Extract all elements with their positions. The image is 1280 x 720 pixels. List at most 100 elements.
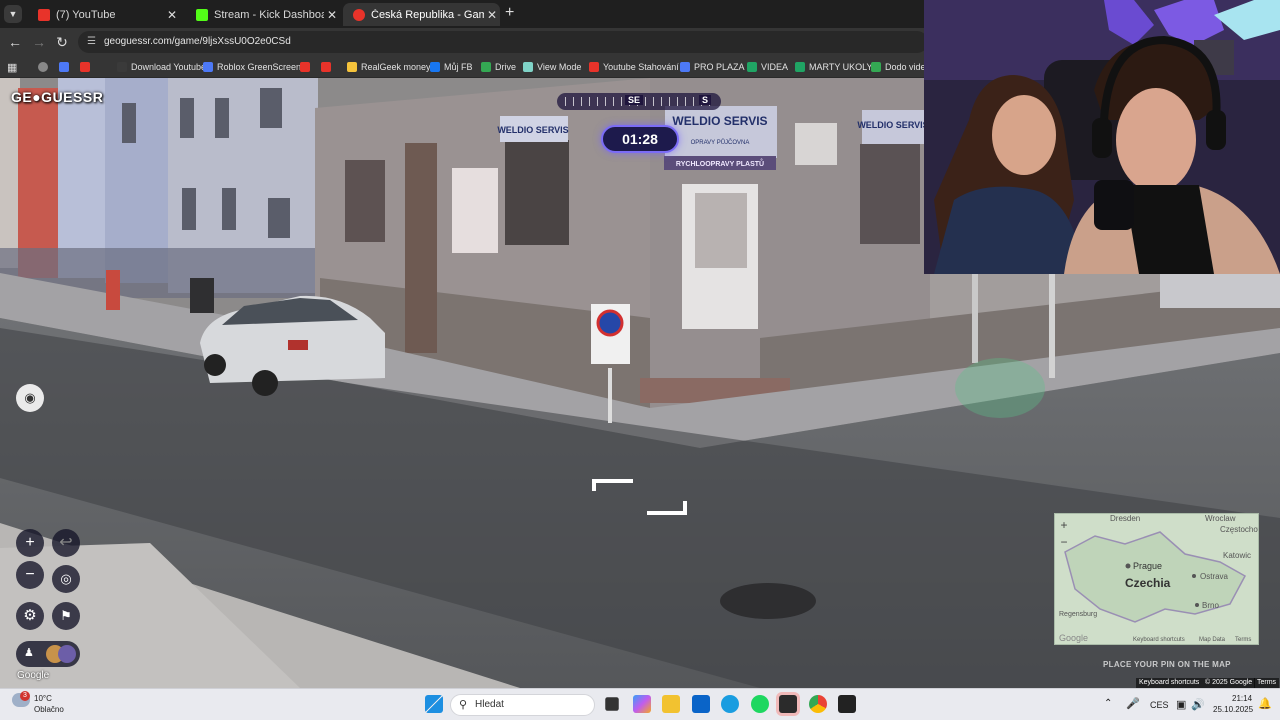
site-info-icon[interactable]: ☰: [87, 31, 96, 53]
bookmark-favicon-icon: [347, 62, 357, 72]
bookmark-item[interactable]: Youtube Stahování: [589, 60, 679, 74]
bookmark-favicon-icon: [871, 62, 881, 72]
weather-temperature[interactable]: 10°C: [34, 694, 52, 703]
bookmark-item[interactable]: VIDEA: [747, 60, 788, 74]
reload-icon[interactable]: ↻: [53, 33, 71, 51]
undo-button[interactable]: ↩: [52, 529, 80, 557]
close-icon[interactable]: ✕: [164, 8, 180, 22]
bookmark-icon[interactable]: [59, 60, 73, 74]
return-to-start-icon[interactable]: ◎: [52, 565, 80, 593]
bookmark-item[interactable]: PRO PLAZA: [680, 60, 745, 74]
bookmark-label: RealGeek money: [361, 62, 431, 72]
bookmark-item[interactable]: [80, 60, 94, 74]
kick-icon: [196, 8, 208, 21]
tab-title: (7) YouTube: [56, 8, 116, 21]
bookmark-favicon-icon: [321, 62, 331, 72]
chevron-up-icon[interactable]: ⌃: [1104, 698, 1112, 709]
taskbar: 3 10°C Oblačno ⚲ Hledat ⌃ 🎤 CES ▣ 🔊 21:1…: [0, 688, 1280, 720]
terms-link[interactable]: Terms: [1254, 678, 1280, 688]
city-label: Prague: [1133, 561, 1163, 571]
bookmark-item[interactable]: Dodo video: [871, 60, 931, 74]
spotify-icon[interactable]: [751, 695, 769, 713]
bookmark-label: Můj FB: [444, 62, 473, 72]
epic-games-icon[interactable]: [838, 695, 856, 713]
players-icon: ♟: [24, 647, 34, 659]
map-terms-link[interactable]: Terms: [1235, 637, 1251, 643]
microphone-icon[interactable]: 🎤: [1126, 697, 1140, 710]
screen: ▼ (7) YouTube ✕ Stream - Kick Dashboard …: [0, 0, 1280, 720]
bookmark-favicon-icon: [589, 62, 599, 72]
bookmark-item[interactable]: [321, 60, 335, 74]
copilot-icon[interactable]: [633, 695, 651, 713]
outlook-icon[interactable]: [692, 695, 710, 713]
volume-icon[interactable]: 🔊: [1191, 698, 1205, 711]
city-label: Katowic: [1223, 551, 1252, 560]
youtube-icon: [38, 8, 50, 21]
tab-geoguessr[interactable]: Česká Republika - Game - Geo ✕: [343, 3, 500, 26]
shop-sign-main: WELDIO SERVIS: [672, 114, 767, 128]
flag-icon[interactable]: ⚑: [52, 602, 80, 630]
notifications-bell-icon[interactable]: 🔔: [1258, 697, 1272, 710]
bookmark-label: Drive: [495, 62, 517, 72]
file-explorer-icon[interactable]: [662, 695, 680, 713]
chrome-icon[interactable]: [809, 695, 827, 713]
search-icon: ⚲: [459, 699, 468, 711]
zoom-in-button[interactable]: +: [16, 529, 44, 557]
new-tab-button[interactable]: +: [505, 4, 514, 22]
map-data-link[interactable]: Map Data: [1199, 637, 1225, 643]
forward-icon[interactable]: →: [30, 33, 48, 51]
edge-icon[interactable]: [721, 695, 739, 713]
city-label: Częstochow: [1220, 525, 1258, 534]
notification-badge: 3: [20, 691, 30, 701]
shop-sign-right: WELDIO SERVIS: [857, 120, 928, 130]
bookmark-item[interactable]: Download Youtube...: [117, 60, 214, 74]
bookmark-label: VIDEA: [761, 62, 789, 72]
settings-gear-icon[interactable]: ⚙: [16, 602, 44, 630]
bookmark-item[interactable]: RealGeek money: [347, 60, 431, 74]
compass-bar: SE S: [557, 93, 721, 110]
minimap-zoom-out[interactable]: −: [1057, 535, 1071, 549]
close-icon[interactable]: ✕: [324, 8, 340, 22]
clock-time[interactable]: 21:14: [1232, 694, 1252, 703]
keyboard-shortcuts-link[interactable]: Keyboard shortcuts: [1136, 678, 1203, 688]
location-pin-icon: [353, 8, 365, 21]
apps-grid-icon[interactable]: ▦: [7, 60, 17, 74]
bookmark-item[interactable]: [300, 60, 314, 74]
players-pill[interactable]: ♟: [16, 641, 80, 667]
tab-kick[interactable]: Stream - Kick Dashboard ✕: [186, 3, 340, 26]
zoom-out-button[interactable]: −: [16, 561, 44, 589]
city-label: Wroclaw: [1205, 514, 1236, 523]
globe-icon[interactable]: [38, 60, 52, 74]
shop-sign-text: WELDIO SERVIS: [497, 125, 568, 135]
display-icon[interactable]: ▣: [1176, 698, 1186, 711]
task-view-icon[interactable]: [605, 697, 619, 711]
bookmark-favicon-icon: [747, 62, 757, 72]
tab-youtube[interactable]: (7) YouTube ✕: [28, 3, 180, 26]
bookmark-item[interactable]: Můj FB: [430, 60, 473, 74]
minimap-zoom-in[interactable]: +: [1057, 518, 1071, 532]
clock-date[interactable]: 25.10.2025: [1213, 705, 1253, 714]
address-bar[interactable]: ☰ geoguessr.com/game/9ljsXssU0O2e0CSd: [78, 31, 928, 53]
bookmark-label: Roblox GreenScreen: [217, 62, 302, 72]
tab-title: Česká Republika - Game - Geo: [371, 8, 484, 21]
bookmark-favicon-icon: [80, 62, 90, 72]
guess-minimap[interactable]: + − Dresden Wroclaw Częstochow Prague Ka…: [1054, 513, 1259, 645]
pin-icon[interactable]: ◉: [16, 384, 44, 412]
language-indicator[interactable]: CES: [1150, 700, 1169, 710]
tab-search-button[interactable]: ▼: [4, 5, 22, 23]
windows-start-icon[interactable]: [425, 695, 443, 713]
bookmark-item[interactable]: MARTY UKOLY: [795, 60, 873, 74]
google-logo: Google: [1059, 633, 1089, 643]
bookmark-favicon-icon: [430, 62, 440, 72]
bookmark-item[interactable]: Roblox GreenScreen: [203, 60, 301, 74]
map-keyboard-shortcuts[interactable]: Keyboard shortcuts: [1133, 637, 1185, 643]
capcut-icon[interactable]: [779, 695, 797, 713]
close-icon[interactable]: ✕: [484, 8, 500, 22]
bookmark-item[interactable]: Drive: [481, 60, 516, 74]
bookmark-label: Youtube Stahování: [603, 62, 679, 72]
bookmark-label: View Mode: [537, 62, 582, 72]
bookmark-item[interactable]: View Mode: [523, 60, 581, 74]
taskbar-search[interactable]: ⚲ Hledat: [450, 694, 595, 716]
back-icon[interactable]: ←: [6, 33, 24, 51]
weather-description[interactable]: Oblačno: [34, 705, 64, 714]
